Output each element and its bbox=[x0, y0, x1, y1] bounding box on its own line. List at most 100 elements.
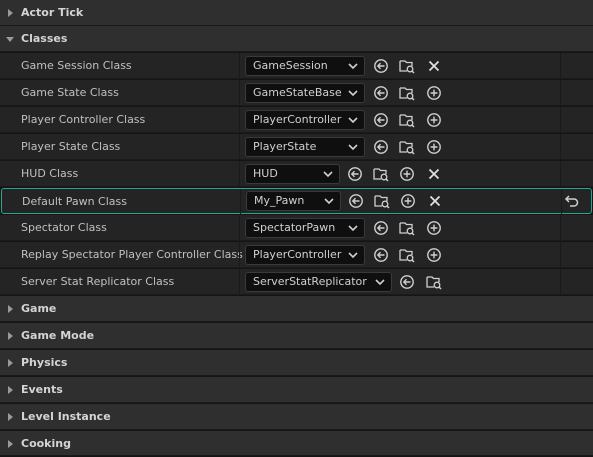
browse-icon[interactable] bbox=[399, 220, 415, 236]
column-divider[interactable] bbox=[239, 269, 240, 295]
add-icon[interactable] bbox=[426, 139, 442, 155]
expand-arrow-icon[interactable] bbox=[5, 8, 15, 18]
class-picker-combo[interactable]: GameStateBase bbox=[245, 83, 365, 103]
property-label: Game Session Class bbox=[21, 59, 132, 72]
collapse-arrow-icon[interactable] bbox=[5, 34, 15, 44]
category-title: Actor Tick bbox=[21, 6, 84, 19]
add-icon[interactable] bbox=[426, 247, 442, 263]
add-icon[interactable] bbox=[399, 166, 415, 182]
combo-value: HUD bbox=[253, 167, 278, 180]
category-title: Classes bbox=[21, 32, 68, 45]
expand-arrow-icon[interactable] bbox=[5, 385, 15, 395]
chevron-down-icon bbox=[348, 63, 358, 70]
use-selected-icon[interactable] bbox=[373, 220, 389, 236]
add-icon[interactable] bbox=[400, 193, 416, 209]
class-picker-combo[interactable]: GameSession bbox=[245, 56, 365, 76]
property-row-game-session-class: Game Session Class GameSession bbox=[0, 53, 593, 79]
combo-value: PlayerState bbox=[253, 140, 317, 153]
expand-arrow-icon[interactable] bbox=[5, 331, 15, 341]
reset-to-default-icon[interactable] bbox=[564, 194, 580, 208]
column-divider[interactable] bbox=[239, 215, 240, 241]
category-game-mode[interactable]: Game Mode bbox=[0, 323, 593, 349]
column-divider bbox=[560, 107, 561, 133]
browse-icon[interactable] bbox=[399, 139, 415, 155]
category-title: Events bbox=[21, 383, 63, 396]
expand-arrow-icon[interactable] bbox=[5, 412, 15, 422]
browse-icon[interactable] bbox=[373, 166, 389, 182]
chevron-down-icon bbox=[348, 90, 358, 97]
category-title: Level Instance bbox=[21, 410, 111, 423]
browse-icon[interactable] bbox=[374, 193, 390, 209]
use-selected-icon[interactable] bbox=[347, 166, 363, 182]
column-divider[interactable] bbox=[240, 189, 241, 215]
use-selected-icon[interactable] bbox=[373, 247, 389, 263]
category-game[interactable]: Game bbox=[0, 296, 593, 322]
browse-icon[interactable] bbox=[399, 58, 415, 74]
column-divider bbox=[560, 161, 561, 187]
column-divider bbox=[561, 189, 562, 215]
category-events[interactable]: Events bbox=[0, 377, 593, 403]
column-divider[interactable] bbox=[239, 80, 240, 106]
column-divider bbox=[560, 215, 561, 241]
column-divider[interactable] bbox=[239, 161, 240, 187]
property-label: HUD Class bbox=[21, 167, 79, 180]
class-picker-combo[interactable]: PlayerState bbox=[245, 137, 365, 157]
browse-icon[interactable] bbox=[426, 274, 442, 290]
chevron-down-icon bbox=[323, 171, 333, 178]
chevron-down-icon bbox=[348, 117, 358, 124]
expand-arrow-icon[interactable] bbox=[5, 358, 15, 368]
use-selected-icon[interactable] bbox=[373, 139, 389, 155]
category-title: Physics bbox=[21, 356, 68, 369]
browse-icon[interactable] bbox=[399, 85, 415, 101]
column-divider bbox=[560, 80, 561, 106]
add-icon[interactable] bbox=[426, 112, 442, 128]
use-selected-icon[interactable] bbox=[373, 85, 389, 101]
property-row-spectator-class: Spectator Class SpectatorPawn bbox=[0, 215, 593, 241]
use-selected-icon[interactable] bbox=[399, 274, 415, 290]
property-label: Player Controller Class bbox=[21, 113, 146, 126]
class-picker-combo[interactable]: PlayerController bbox=[245, 110, 365, 130]
property-label: Player State Class bbox=[21, 140, 121, 153]
use-selected-icon[interactable] bbox=[373, 112, 389, 128]
clear-icon[interactable] bbox=[426, 58, 442, 74]
property-label: Replay Spectator Player Controller Class bbox=[21, 248, 243, 261]
class-picker-combo[interactable]: My_Pawn bbox=[246, 191, 341, 211]
use-selected-icon[interactable] bbox=[348, 193, 364, 209]
chevron-down-icon bbox=[348, 144, 358, 151]
clear-icon[interactable] bbox=[426, 166, 442, 182]
column-divider[interactable] bbox=[239, 134, 240, 160]
chevron-down-icon bbox=[348, 225, 358, 232]
combo-value: GameSession bbox=[253, 59, 328, 72]
column-divider[interactable] bbox=[239, 242, 240, 268]
property-label: Game State Class bbox=[21, 86, 119, 99]
column-divider bbox=[560, 134, 561, 160]
property-row-default-pawn-class[interactable]: Default Pawn Class My_Pawn bbox=[1, 188, 592, 215]
expand-arrow-icon[interactable] bbox=[5, 439, 15, 449]
add-icon[interactable] bbox=[426, 85, 442, 101]
class-picker-combo[interactable]: HUD bbox=[245, 164, 340, 184]
category-classes[interactable]: Classes bbox=[0, 26, 593, 52]
category-level-instance[interactable]: Level Instance bbox=[0, 404, 593, 430]
column-divider bbox=[560, 53, 561, 79]
combo-value: GameStateBase bbox=[253, 86, 342, 99]
class-picker-combo[interactable]: ServerStatReplicator bbox=[245, 272, 392, 292]
combo-value: PlayerController bbox=[253, 113, 342, 126]
class-picker-combo[interactable]: PlayerController bbox=[245, 245, 365, 265]
add-icon[interactable] bbox=[426, 220, 442, 236]
browse-icon[interactable] bbox=[399, 112, 415, 128]
combo-value: SpectatorPawn bbox=[253, 221, 336, 234]
class-picker-combo[interactable]: SpectatorPawn bbox=[245, 218, 365, 238]
use-selected-icon[interactable] bbox=[373, 58, 389, 74]
column-divider[interactable] bbox=[239, 53, 240, 79]
category-actor-tick[interactable]: Actor Tick bbox=[0, 0, 593, 26]
column-divider[interactable] bbox=[239, 107, 240, 133]
category-cooking[interactable]: Cooking bbox=[0, 431, 593, 456]
expand-arrow-icon[interactable] bbox=[5, 304, 15, 314]
browse-icon[interactable] bbox=[399, 247, 415, 263]
property-row-hud-class: HUD Class HUD bbox=[0, 161, 593, 187]
property-label: Server Stat Replicator Class bbox=[21, 275, 175, 288]
category-physics[interactable]: Physics bbox=[0, 350, 593, 376]
property-row-player-controller-class: Player Controller Class PlayerController bbox=[0, 107, 593, 133]
clear-icon[interactable] bbox=[427, 193, 443, 209]
property-row-replay-spectator-player-controller-class: Replay Spectator Player Controller Class… bbox=[0, 242, 593, 268]
